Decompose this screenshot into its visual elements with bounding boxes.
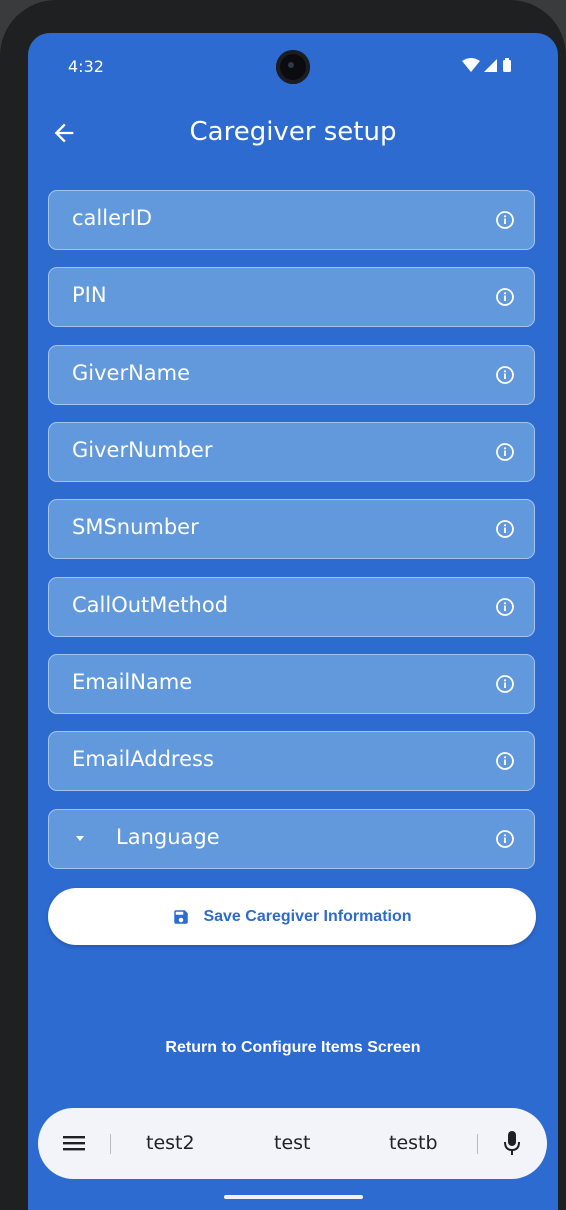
divider [110,1134,111,1154]
sms-number-field[interactable]: SMSnumber [48,499,535,560]
info-icon[interactable] [495,597,515,617]
save-icon [174,909,189,924]
suggestion-test2[interactable]: test2 [146,1132,195,1154]
field-label: EmailName [72,669,193,694]
suggestion-test[interactable]: test [274,1132,311,1154]
page-title: Caregiver setup [189,117,397,147]
home-indicator[interactable] [224,1195,363,1199]
app-screen: 4:32 Caregiver setup callerID PIN GiverNa [28,33,558,1210]
call-out-method-field[interactable]: CallOutMethod [48,576,535,637]
status-bar: 4:32 [28,33,558,97]
microphone-icon[interactable] [503,1130,521,1156]
language-dropdown[interactable]: Language [48,809,535,869]
front-camera [276,50,310,84]
caller-id-field[interactable]: callerID [48,190,535,250]
field-label: EmailAddress [72,747,214,772]
cellular-signal-icon [484,59,497,72]
field-label: PIN [72,283,107,308]
giver-number-field[interactable]: GiverNumber [48,421,535,482]
info-icon[interactable] [495,365,515,385]
info-icon[interactable] [495,210,515,230]
menu-icon[interactable] [63,1134,85,1152]
language-label: Language [116,825,220,849]
return-to-configure-link[interactable]: Return to Configure Items Screen [28,1039,558,1057]
info-icon[interactable] [495,287,515,307]
dropdown-arrow-icon [76,836,84,841]
field-label: CallOutMethod [72,592,229,617]
save-caregiver-button[interactable]: Save Caregiver Information [48,888,536,945]
giver-name-field[interactable]: GiverName [48,344,535,405]
info-icon[interactable] [495,751,515,771]
info-icon[interactable] [495,829,515,849]
info-icon[interactable] [495,442,515,462]
email-address-field[interactable]: EmailAddress [48,731,535,792]
status-icons [462,57,522,73]
keyboard-suggestion-bar: test2 test testb [38,1108,547,1179]
pin-field[interactable]: PIN [48,267,535,328]
info-icon[interactable] [495,519,515,539]
wifi-icon [462,58,480,72]
save-button-label: Save Caregiver Information [203,907,412,925]
field-label: GiverNumber [72,437,213,462]
divider [477,1134,478,1154]
field-label: GiverName [72,360,191,385]
battery-icon [503,58,511,72]
status-time: 4:32 [68,57,104,76]
app-bar: Caregiver setup [28,103,558,163]
info-icon[interactable] [495,674,515,694]
email-name-field[interactable]: EmailName [48,653,535,714]
field-label: SMSnumber [72,515,199,540]
field-label: callerID [72,206,153,230]
suggestion-testb[interactable]: testb [389,1132,438,1154]
